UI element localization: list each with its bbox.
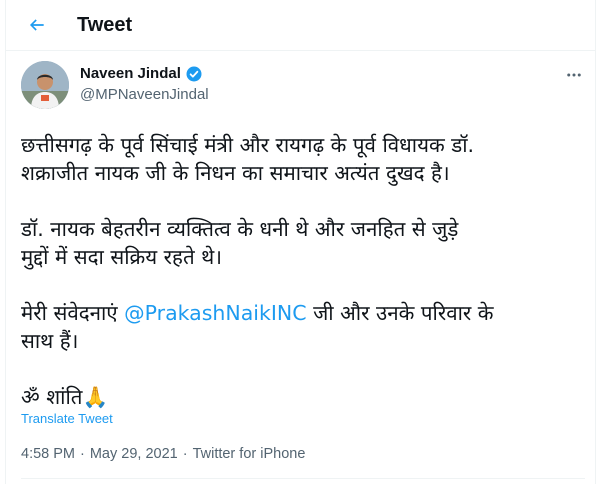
tweet-line: मुद्दों में सदा सक्रिय रहते थे। <box>21 245 223 269</box>
tweet-time[interactable]: 4:58 PM <box>21 444 75 464</box>
folded-hands-emoji: 🙏 <box>82 385 108 409</box>
tweet-text-segment: जी और उनके परिवार के <box>306 301 494 325</box>
more-options-button[interactable] <box>563 64 585 86</box>
tweet-line: शक्राजीत नायक जी के निधन का समाचार अत्यं… <box>21 161 450 185</box>
verified-badge-icon <box>186 66 202 82</box>
meta-separator: · <box>182 446 188 462</box>
author-handle[interactable]: @MPNaveenJindal <box>80 85 209 105</box>
avatar[interactable] <box>21 61 69 109</box>
tweet-line: मेरी संवेदनाएं @PrakashNaikINC जी और उनक… <box>21 299 587 327</box>
translate-tweet-link[interactable]: Translate Tweet <box>21 411 113 427</box>
tweet-page: Tweet Naveen Jindal @MPNaveenJindal छत्त… <box>5 0 596 484</box>
back-button[interactable] <box>24 12 50 38</box>
author-name[interactable]: Naveen Jindal <box>80 64 181 84</box>
profile-photo <box>21 61 69 109</box>
more-dots-icon <box>567 73 581 77</box>
mention-link[interactable]: @PrakashNaikINC <box>124 301 306 325</box>
tweet-text-segment: ॐ शांति <box>21 385 83 409</box>
divider <box>21 478 585 479</box>
tweet-line: छत्तीसगढ़ के पूर्व सिंचाई मंत्री और रायग… <box>21 133 475 157</box>
tweet-source[interactable]: Twitter for iPhone <box>193 444 306 464</box>
tweet-line: साथ हैं। <box>21 329 79 353</box>
author-name-row: Naveen Jindal <box>80 64 203 84</box>
tweet-line: डॉ. नायक बेहतरीन व्यक्तित्व के धनी थे और… <box>21 217 459 241</box>
tweet-date[interactable]: May 29, 2021 <box>90 444 178 464</box>
meta-separator: · <box>80 446 85 462</box>
tweet-line: ॐ शांति🙏 <box>21 383 587 411</box>
tweet-text-segment: मेरी संवेदनाएं <box>21 301 125 325</box>
page-header: Tweet <box>6 0 595 51</box>
tweet-metadata: 4:58 PM · May 29, 2021 · Twitter for iPh… <box>21 444 305 464</box>
arrow-left-icon <box>29 19 44 31</box>
page-title: Tweet <box>77 14 133 36</box>
tweet-text: छत्तीसगढ़ के पूर्व सिंचाई मंत्री और रायग… <box>21 131 587 411</box>
